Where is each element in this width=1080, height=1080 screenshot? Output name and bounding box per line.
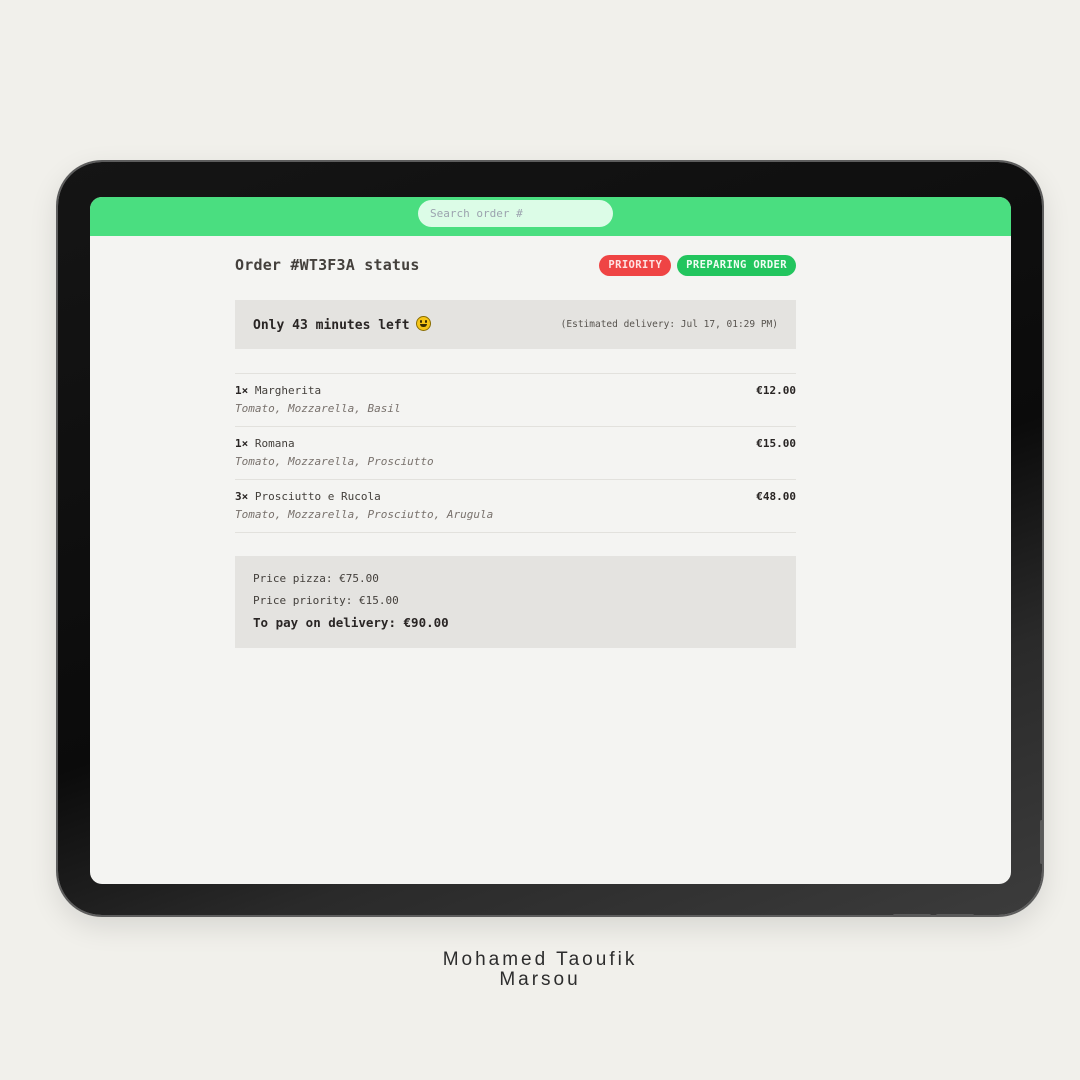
item-name: 3× Prosciutto e Rucola bbox=[235, 490, 381, 503]
list-item: 1× Margherita Tomato, Mozzarella, Basil … bbox=[235, 374, 796, 427]
price-priority: Price priority: €15.00 bbox=[253, 594, 399, 607]
grinning-face-icon bbox=[415, 316, 431, 331]
priority-badge: PRIORITY bbox=[599, 255, 672, 276]
list-item: 3× Prosciutto e Rucola Tomato, Mozzarell… bbox=[235, 480, 796, 533]
order-badges: PRIORITY PREPARING ORDER bbox=[599, 255, 796, 276]
item-name: 1× Romana bbox=[235, 437, 295, 450]
tablet-bottom-button-left bbox=[893, 914, 931, 917]
item-quantity: 3× bbox=[235, 490, 249, 503]
item-ingredients: Tomato, Mozzarella, Prosciutto, Arugula bbox=[235, 508, 494, 521]
item-ingredients: Tomato, Mozzarella, Prosciutto bbox=[235, 455, 434, 468]
top-bar bbox=[90, 197, 1011, 236]
eta-box: Only 43 minutes left (Estimated delivery… bbox=[235, 300, 796, 349]
status-badge: PREPARING ORDER bbox=[677, 255, 796, 276]
credit-line-1: Mohamed Taoufik bbox=[442, 949, 638, 970]
author-credit: Mohamed Taoufik Marsou bbox=[0, 950, 1080, 990]
tablet-bottom-button-right bbox=[936, 914, 974, 917]
page-title: Order #WT3F3A status bbox=[235, 256, 420, 274]
order-items-list: 1× Margherita Tomato, Mozzarella, Basil … bbox=[235, 373, 796, 533]
item-title: Margherita bbox=[254, 384, 322, 397]
list-item: 1× Romana Tomato, Mozzarella, Prosciutto… bbox=[235, 427, 796, 480]
eta-message: Only 43 minutes left bbox=[253, 318, 410, 333]
estimated-delivery: (Estimated delivery: Jul 17, 01:29 PM) bbox=[560, 319, 778, 330]
order-header: Order #WT3F3A status PRIORITY PREPARING … bbox=[235, 255, 796, 277]
item-price: €12.00 bbox=[756, 384, 796, 397]
tablet-side-button bbox=[1040, 820, 1043, 864]
item-price: €15.00 bbox=[756, 437, 796, 450]
item-price: €48.00 bbox=[756, 490, 796, 503]
item-quantity: 1× bbox=[235, 384, 249, 397]
item-title: Romana bbox=[254, 437, 295, 450]
item-name: 1× Margherita bbox=[235, 384, 321, 397]
item-title: Prosciutto e Rucola bbox=[254, 490, 381, 503]
price-summary: Price pizza: €75.00 Price priority: €15.… bbox=[235, 556, 796, 648]
item-ingredients: Tomato, Mozzarella, Basil bbox=[235, 402, 401, 415]
price-pizza: Price pizza: €75.00 bbox=[253, 572, 379, 585]
eta-message-row: Only 43 minutes left bbox=[253, 316, 431, 333]
total-to-pay: To pay on delivery: €90.00 bbox=[253, 615, 449, 630]
credit-line-2: Marsou bbox=[499, 969, 581, 990]
item-quantity: 1× bbox=[235, 437, 249, 450]
search-order-input[interactable] bbox=[418, 200, 613, 227]
app-screen: Order #WT3F3A status PRIORITY PREPARING … bbox=[90, 197, 1011, 884]
